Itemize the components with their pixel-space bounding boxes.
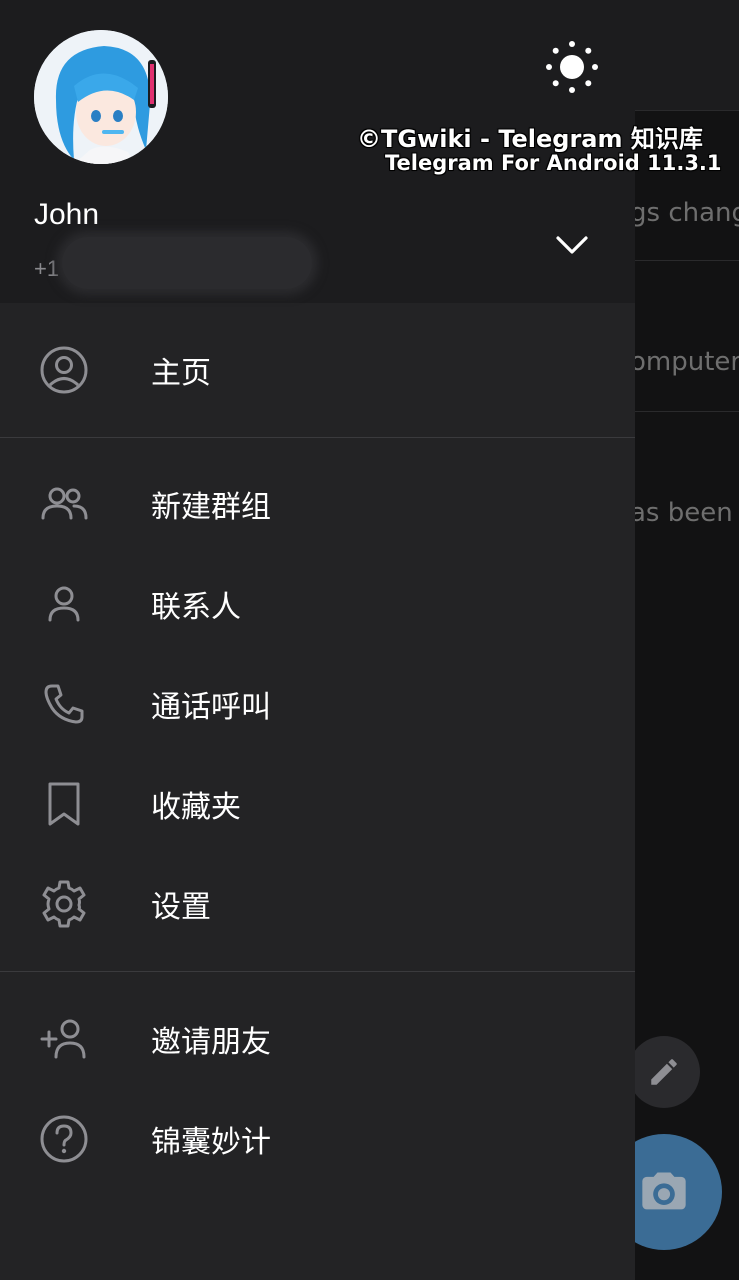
chat-preview: as been c — [630, 498, 739, 528]
menu-divider — [0, 971, 635, 972]
menu-item-label: 设置 — [151, 890, 211, 925]
menu-item-label: 新建群组 — [151, 490, 271, 525]
menu-item-label: 邀请朋友 — [151, 1025, 271, 1060]
menu-item-calls[interactable]: 通话呼叫 — [0, 656, 635, 752]
menu-item-label: 联系人 — [151, 590, 241, 625]
user-name: John — [34, 198, 100, 231]
menu-item-label: 通话呼叫 — [151, 690, 271, 725]
menu-item-settings[interactable]: 设置 — [0, 856, 635, 952]
chat-preview: gs chang — [630, 198, 739, 228]
pencil-icon — [651, 1059, 677, 1085]
question-circle-icon — [40, 1115, 88, 1163]
menu-item-contacts[interactable]: 联系人 — [0, 556, 635, 652]
watermark-line-1: ©TGwiki - Telegram 知识库 — [357, 125, 703, 153]
phone-number-redacted — [62, 237, 312, 289]
menu-item-new-group[interactable]: 新建群组 — [0, 456, 635, 552]
menu-item-invite-friends[interactable]: 邀请朋友 — [0, 991, 635, 1087]
group-icon — [41, 487, 88, 520]
user-phone-prefix: +1 — [34, 256, 60, 281]
navigation-drawer: ©TGwiki - Telegram 知识库 Telegram For Andr… — [0, 0, 722, 1280]
account-switch-chevron-down-icon[interactable] — [553, 226, 591, 264]
menu-item-home[interactable]: 主页 — [0, 322, 635, 418]
camera-icon — [642, 1172, 686, 1210]
watermark-line-2: Telegram For Android 11.3.1 — [385, 151, 722, 175]
add-person-icon — [40, 1019, 86, 1059]
menu-item-saved[interactable]: 收藏夹 — [0, 756, 635, 852]
phone-icon — [44, 684, 84, 724]
compose-button[interactable] — [628, 1036, 700, 1108]
avatar-image — [34, 30, 168, 164]
person-icon — [48, 586, 80, 622]
chat-preview: omputer — [630, 347, 739, 377]
profile-circle-icon — [40, 346, 88, 394]
gear-icon — [42, 880, 86, 928]
menu-item-label: 收藏夹 — [151, 790, 241, 825]
menu-item-tips[interactable]: 锦囊妙计 — [0, 1091, 635, 1187]
drawer-header: ©TGwiki - Telegram 知识库 Telegram For Andr… — [0, 0, 722, 303]
menu-item-label: 主页 — [151, 356, 211, 391]
menu-item-label: 锦囊妙计 — [151, 1125, 271, 1160]
avatar[interactable] — [34, 30, 168, 164]
theme-toggle-sun-icon[interactable] — [545, 40, 599, 94]
bookmark-icon — [48, 782, 80, 826]
menu-divider — [0, 437, 635, 438]
